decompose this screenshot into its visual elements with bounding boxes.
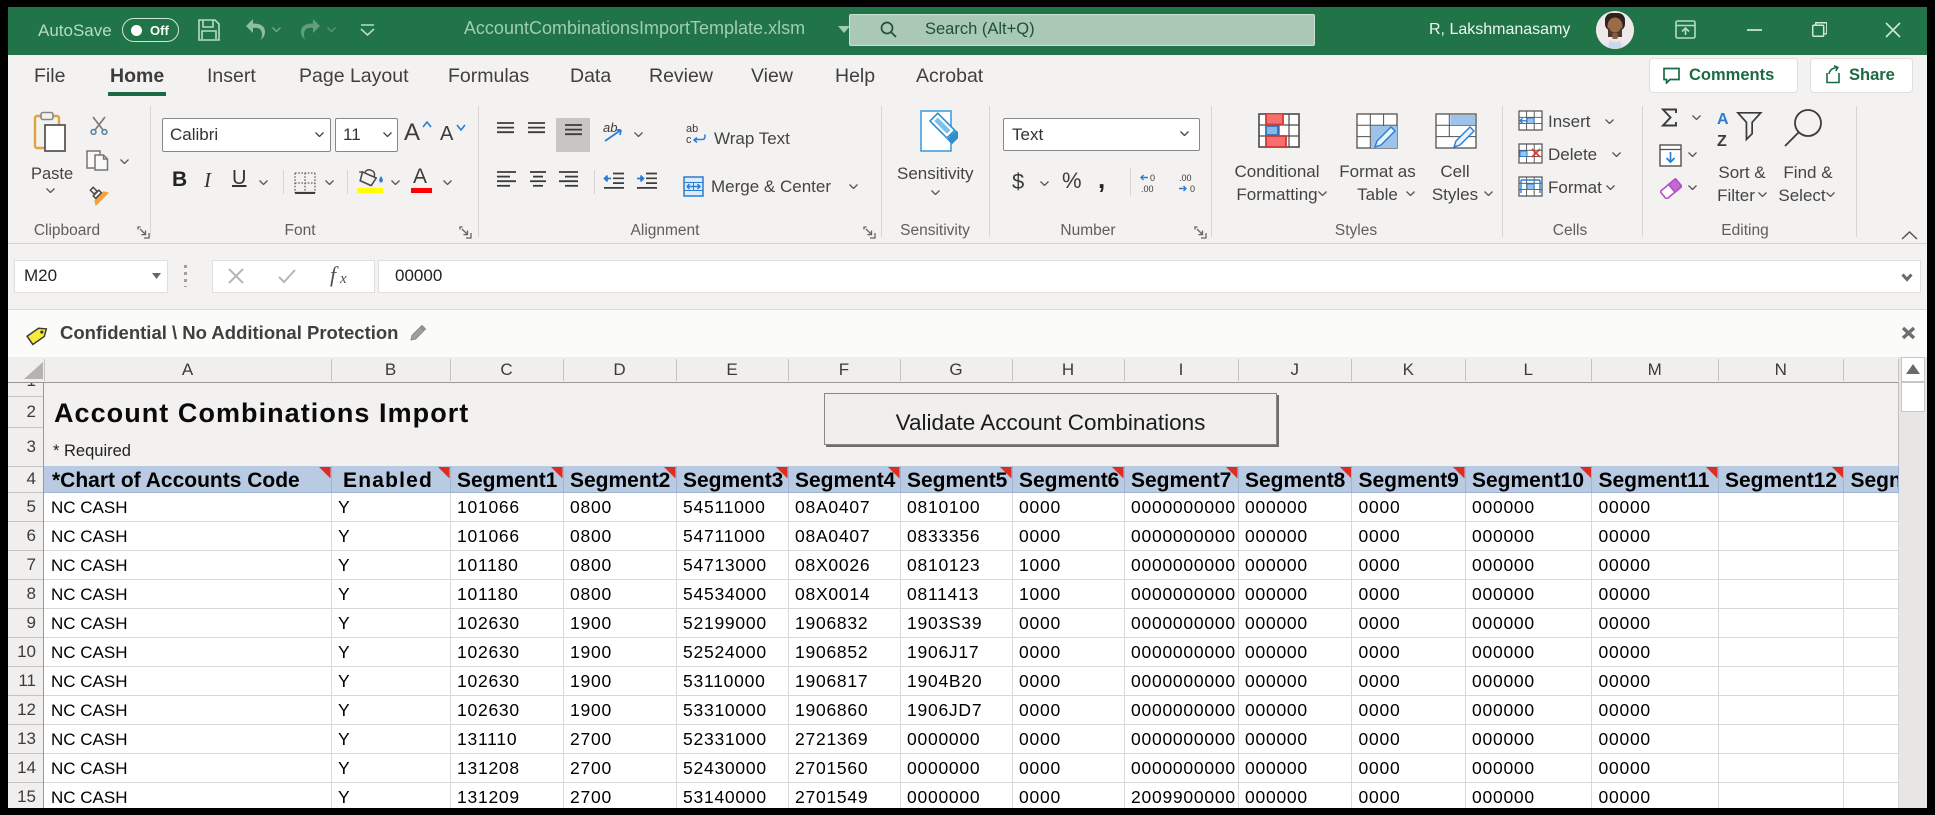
svg-text:.00: .00 (1141, 184, 1154, 194)
svg-text:c: c (686, 134, 692, 144)
svg-text:0: 0 (1190, 184, 1195, 194)
svg-text:0: 0 (1150, 173, 1155, 183)
svg-text:.00: .00 (1179, 173, 1192, 183)
svg-text:A: A (1717, 111, 1729, 128)
svg-text:Z: Z (1717, 133, 1727, 148)
